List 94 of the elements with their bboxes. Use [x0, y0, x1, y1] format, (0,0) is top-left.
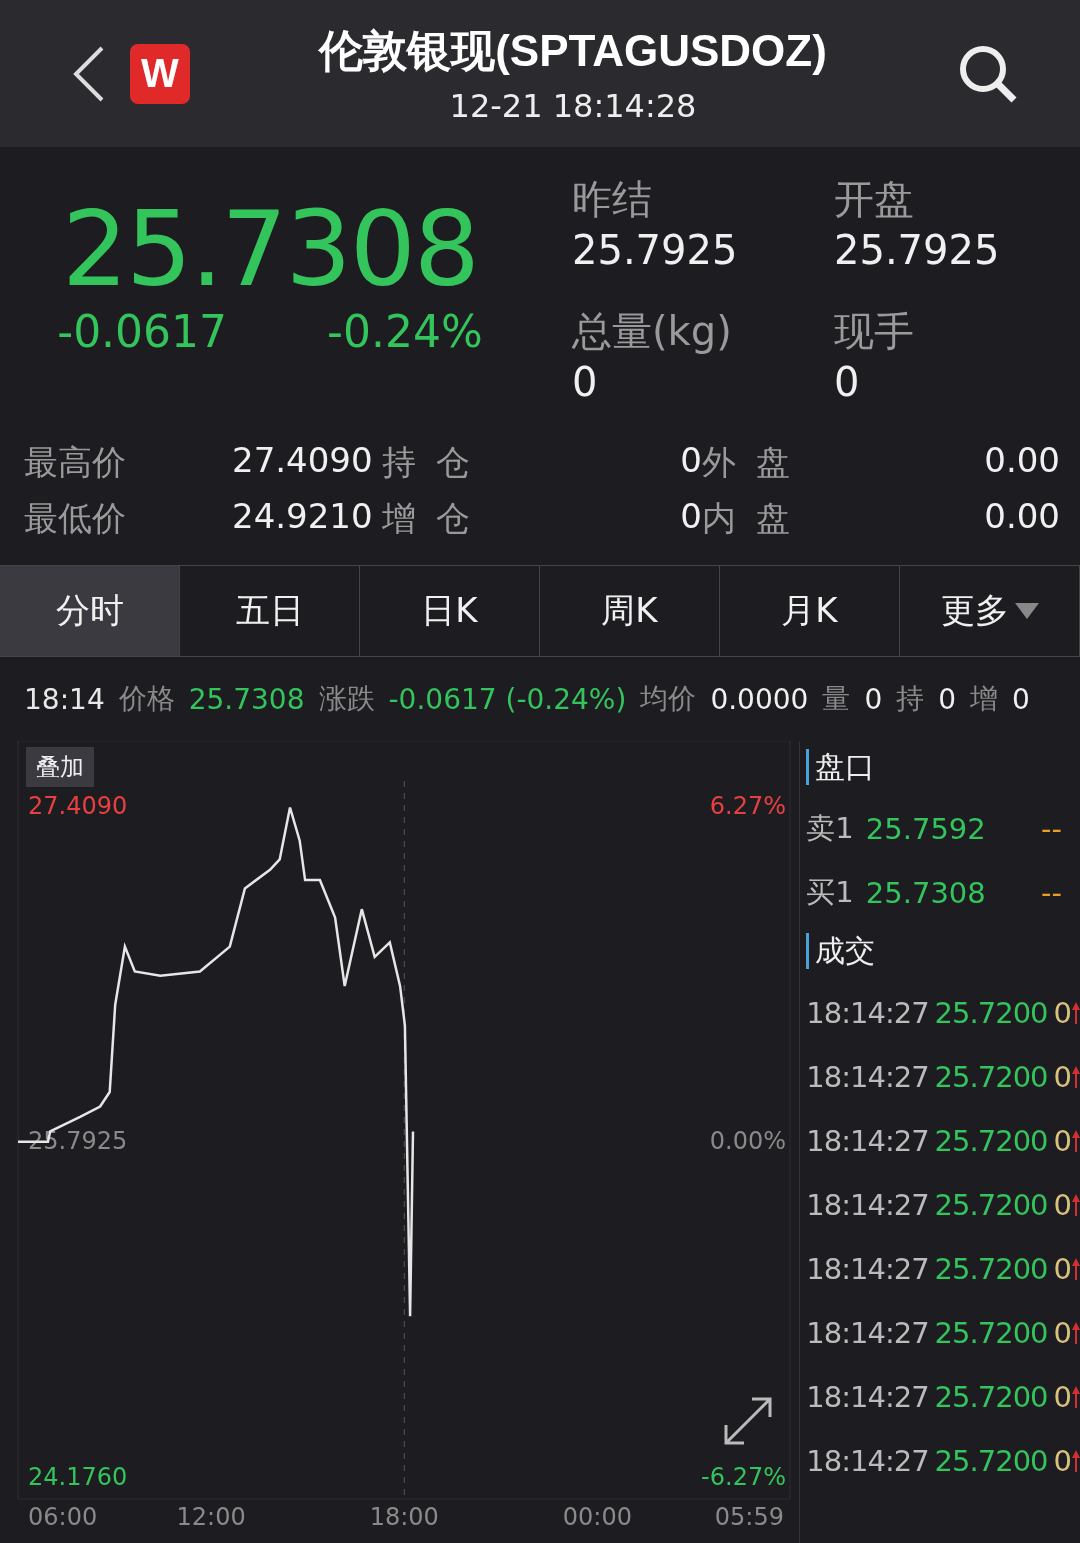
trade-time: 18:14:27	[806, 1124, 929, 1158]
trade-volume: 0	[1053, 1316, 1071, 1350]
trade-volume: 0	[1053, 1444, 1071, 1478]
info-label: 均价	[640, 681, 697, 717]
info-label: 量	[822, 681, 851, 717]
detail-value: 24.9210	[232, 496, 374, 538]
caret-icon	[1014, 603, 1039, 619]
info-value: -0.0617 (-0.24%)	[388, 682, 627, 716]
detail-label: 外盘	[702, 441, 812, 484]
up-arrow-icon	[1072, 1386, 1080, 1408]
info-time: 18:14	[24, 682, 105, 716]
info-value: 0	[864, 682, 883, 716]
trade-time: 18:14:27	[806, 1252, 929, 1286]
trade-volume: 0	[1053, 996, 1071, 1030]
trade-price: 25.7200	[934, 1444, 1048, 1478]
trade-volume: 0	[1053, 1124, 1071, 1158]
detail-label: 最低价	[24, 497, 127, 540]
trade-price: 25.7200	[934, 1316, 1048, 1350]
order-volume: --	[1041, 876, 1062, 910]
section-heading: 成交	[806, 933, 1080, 969]
order-label: 卖1	[806, 810, 854, 847]
period-tab[interactable]: 分时	[0, 566, 180, 656]
detail-value: 0.00	[983, 440, 1060, 482]
axis-label: 0.00%	[709, 1127, 786, 1156]
info-value: 25.7308	[188, 682, 305, 716]
order-price: 25.7592	[865, 812, 987, 846]
axis-label: 27.4090	[28, 791, 128, 820]
section-heading: 盘口	[806, 749, 1080, 785]
info-value: 0.0000	[710, 682, 809, 716]
axis-label: 06:00	[28, 1503, 98, 1531]
trade-time: 18:14:27	[806, 1316, 929, 1350]
app-logo: W	[130, 43, 190, 104]
order-volume: --	[1041, 812, 1062, 846]
order-label: 买1	[806, 874, 854, 911]
detail-label: 持仓	[382, 441, 492, 484]
trade-time: 18:14:27	[806, 1188, 929, 1222]
axis-label: 24.1760	[28, 1463, 128, 1491]
quote-time: 12-21 18:14:28	[449, 87, 697, 125]
info-value: 0	[938, 682, 957, 716]
info-label: 持	[896, 681, 925, 717]
up-arrow-icon	[1072, 1194, 1080, 1216]
trade-volume: 0	[1053, 1252, 1071, 1286]
axis-label: 12:00	[176, 1503, 246, 1531]
info-label: 涨跌	[318, 681, 375, 717]
stat-value: 25.7925	[834, 227, 1001, 273]
trade-volume: 0	[1053, 1380, 1071, 1414]
axis-label: 6.27%	[709, 791, 786, 820]
up-arrow-icon	[1072, 1258, 1080, 1280]
detail-value: 0	[679, 496, 702, 538]
trade-volume: 0	[1053, 1060, 1071, 1094]
trade-price: 25.7200	[934, 1124, 1048, 1158]
overlay-button[interactable]: 叠加	[26, 747, 94, 787]
trade-time: 18:14:27	[806, 996, 929, 1030]
axis-label: 25.7925	[28, 1127, 128, 1156]
axis-label: 00:00	[562, 1503, 632, 1531]
trade-price: 25.7200	[934, 1060, 1048, 1094]
up-arrow-icon	[1072, 1322, 1080, 1344]
trade-price: 25.7200	[934, 1380, 1048, 1414]
stat-value: 0	[572, 358, 599, 405]
info-label: 价格	[118, 681, 175, 717]
trade-time: 18:14:27	[806, 1060, 929, 1094]
stat-label: 现手	[834, 306, 915, 356]
info-value: 0	[1012, 682, 1030, 716]
axis-label: -6.27%	[701, 1463, 786, 1491]
detail-value: 27.4090	[232, 440, 374, 482]
trade-price: 25.7200	[934, 996, 1048, 1030]
up-arrow-icon	[1072, 1130, 1080, 1152]
stat-label: 昨结	[572, 175, 653, 224]
stat-label: 总量(kg)	[572, 306, 733, 356]
detail-value: 0	[679, 440, 702, 482]
axis-label: 18:00	[369, 1503, 439, 1531]
percent-change: -0.24%	[327, 306, 483, 358]
stat-label: 开盘	[834, 175, 915, 224]
detail-label: 最高价	[24, 441, 127, 484]
trade-time: 18:14:27	[806, 1444, 929, 1478]
axis-label: 05:59	[714, 1503, 784, 1531]
up-arrow-icon	[1072, 1450, 1080, 1472]
trade-price: 25.7200	[934, 1188, 1048, 1222]
instrument-title: 伦敦银现(SPTAGUSDOZ)	[319, 25, 827, 77]
detail-label: 增仓	[382, 497, 492, 540]
info-label: 增	[970, 681, 999, 717]
price-change: -0.0617	[57, 306, 228, 358]
detail-label: 内盘	[702, 497, 812, 540]
stat-value: 0	[834, 358, 861, 405]
last-price: 25.7308	[61, 192, 479, 307]
trade-volume: 0	[1053, 1188, 1071, 1222]
expand-icon[interactable]	[724, 1397, 772, 1445]
stat-value: 25.7925	[572, 227, 739, 273]
trade-price: 25.7200	[934, 1252, 1048, 1286]
up-arrow-icon	[1072, 1002, 1080, 1024]
trade-time: 18:14:27	[806, 1380, 929, 1414]
detail-value: 0.00	[983, 496, 1060, 538]
up-arrow-icon	[1072, 1066, 1080, 1088]
order-price: 25.7308	[865, 876, 987, 910]
